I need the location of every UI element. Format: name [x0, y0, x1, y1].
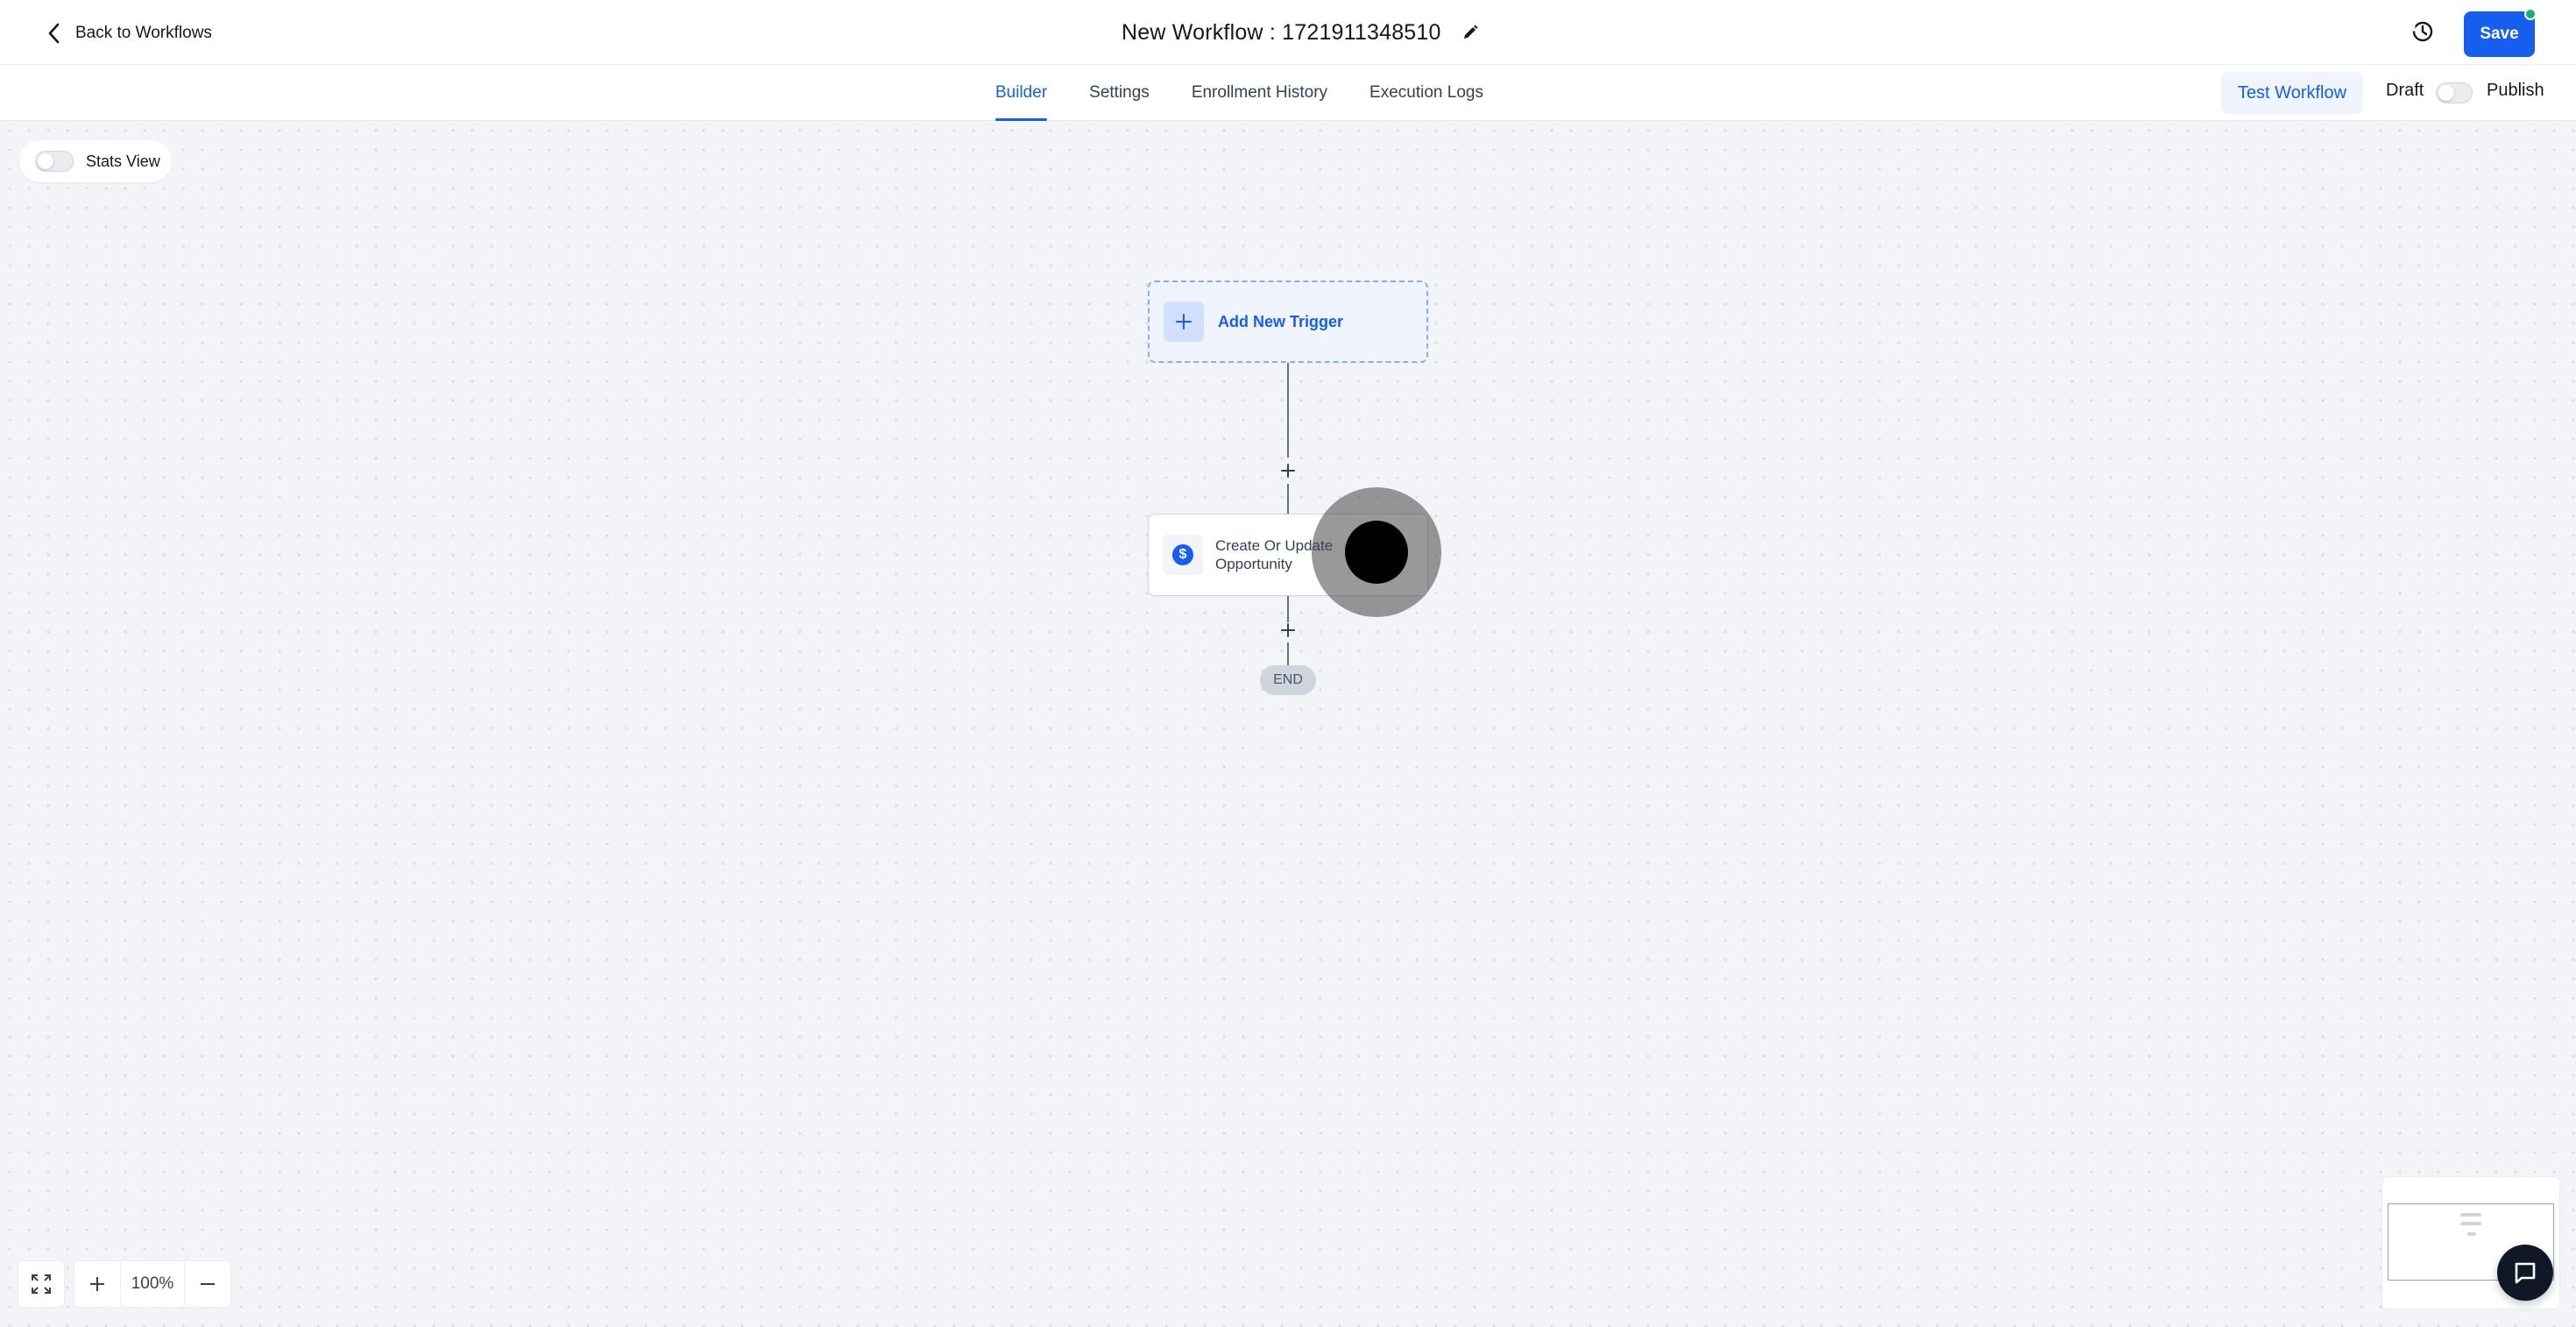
publish-toggle[interactable] [2436, 82, 2473, 103]
add-step-button[interactable] [1276, 618, 1300, 642]
back-label: Back to Workflows [75, 24, 212, 42]
save-button[interactable]: Save [2464, 11, 2535, 57]
chevron-left-icon [48, 23, 60, 44]
minimap-node [2460, 1222, 2481, 1225]
tab-enrollment-history[interactable]: Enrollment History [1192, 65, 1327, 121]
dollar-icon: $ [1172, 544, 1193, 565]
add-step-button[interactable] [1276, 458, 1300, 483]
pencil-icon[interactable] [1461, 23, 1480, 42]
toggle-knob [38, 153, 53, 169]
chat-icon [2515, 1262, 2536, 1284]
history-icon[interactable] [2409, 18, 2437, 46]
tab-execution-logs[interactable]: Execution Logs [1369, 65, 1483, 121]
tab-builder[interactable]: Builder [995, 65, 1048, 121]
plus-icon [90, 1277, 104, 1291]
connector-line [1287, 484, 1289, 514]
zoom-controls: 100% [74, 1260, 231, 1308]
connector-line [1287, 363, 1289, 458]
zoom-level: 100% [120, 1261, 185, 1307]
draft-label: Draft [2386, 81, 2424, 100]
tab-list: Builder Settings Enrollment History Exec… [995, 65, 1483, 121]
tab-bar: Builder Settings Enrollment History Exec… [0, 65, 2576, 121]
plus-icon [1281, 464, 1295, 478]
minimap-node [2460, 1213, 2481, 1217]
expand-icon [32, 1274, 51, 1294]
back-to-workflows-link[interactable]: Back to Workflows [44, 18, 212, 49]
test-workflow-button[interactable]: Test Workflow [2221, 72, 2363, 114]
minimap-node [2467, 1232, 2476, 1236]
top-bar: Back to Workflows New Workflow : 1721911… [0, 0, 2576, 65]
add-trigger-card[interactable]: Add New Trigger [1148, 280, 1428, 363]
end-node: END [1260, 665, 1316, 695]
connector-line [1287, 642, 1289, 665]
tab-settings[interactable]: Settings [1089, 65, 1150, 121]
plus-icon [1164, 302, 1204, 342]
zoom-out-button[interactable] [185, 1261, 230, 1307]
toggle-knob [2438, 85, 2454, 101]
action-card-create-update-opportunity[interactable]: $ Create Or Update Opportunity [1148, 514, 1428, 596]
workflow-title-group: New Workflow : 1721911348510 [1122, 14, 1480, 51]
minus-icon [201, 1283, 215, 1285]
plus-icon [1281, 623, 1295, 637]
action-icon-box: $ [1163, 535, 1203, 575]
add-trigger-label: Add New Trigger [1218, 312, 1344, 330]
stats-view-toggle[interactable] [35, 151, 74, 172]
publish-label: Publish [2487, 81, 2544, 100]
action-label: Create Or Update Opportunity [1215, 537, 1334, 572]
unsaved-status-dot [2524, 8, 2537, 20]
stats-view-control: Stats View [19, 140, 172, 182]
zoom-in-button[interactable] [74, 1261, 120, 1307]
chat-widget-button[interactable] [2497, 1245, 2553, 1301]
workflow-title: New Workflow : 1721911348510 [1122, 19, 1441, 45]
fit-view-button[interactable] [18, 1260, 65, 1308]
stats-view-label: Stats View [86, 152, 160, 170]
